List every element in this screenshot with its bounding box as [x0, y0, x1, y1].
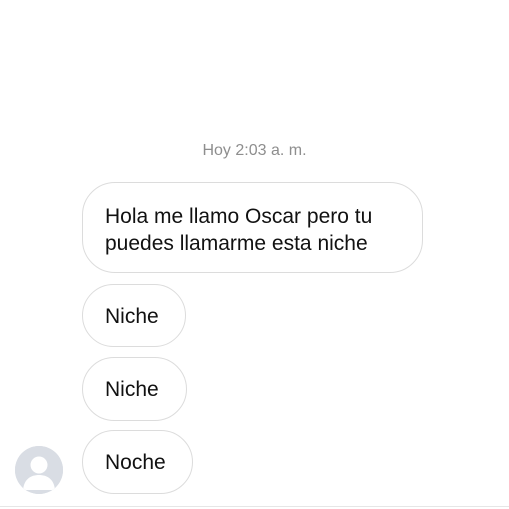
message-bubble[interactable]: Niche: [82, 357, 187, 421]
message-bubble[interactable]: Noche: [82, 430, 193, 494]
message-text: Niche: [105, 378, 159, 401]
chat-thread: Hoy 2:03 a. m. Hola me llamo Oscar pero …: [0, 0, 509, 509]
divider: [0, 506, 509, 507]
message-text-line: puedes llamarme esta niche: [105, 232, 368, 255]
message-timestamp: Hoy 2:03 a. m.: [202, 142, 307, 159]
message-text: Noche: [105, 451, 166, 474]
message-text: Niche: [105, 305, 159, 328]
default-profile-icon: [15, 446, 63, 494]
message-bubble[interactable]: Hola me llamo Oscar pero tu puedes llama…: [82, 182, 423, 273]
message-bubble[interactable]: Niche: [82, 284, 186, 347]
sender-avatar[interactable]: [15, 446, 63, 494]
message-text-line: Hola me llamo Oscar pero tu: [105, 205, 373, 228]
